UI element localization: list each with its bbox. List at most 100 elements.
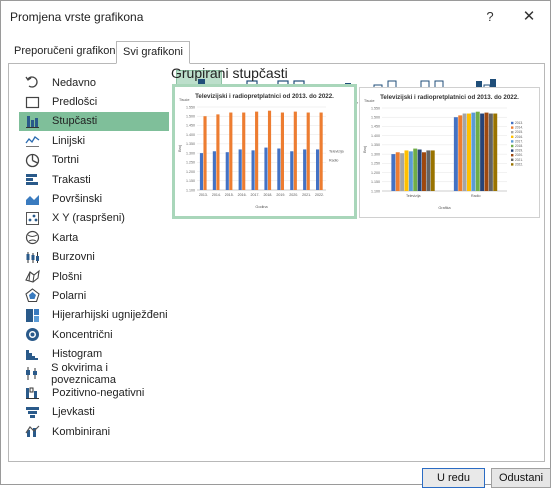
recent-icon [24,76,40,90]
y-tick-label: 1.450 [371,125,380,129]
bar [293,111,297,190]
chart-type-item-18[interactable]: Kombinirani [19,422,169,441]
y-tick-label: 1.100 [186,188,195,192]
chart-type-item-7[interactable]: X Y (raspršeni) [19,209,169,228]
chart-preview-1-svg: Televizijski i radiopretplatnici od 2013… [178,93,344,209]
funnel-icon [24,405,40,419]
x-tick-label: 2022. [315,193,324,197]
surface-chart-icon [24,269,40,284]
bar [404,150,409,191]
close-button[interactable]: ✕ [516,6,542,28]
x-tick-label: 2014. [212,193,221,197]
chart-type-label: Karta [52,231,79,244]
y-tick-label: 1.200 [371,171,380,175]
chart-type-item-8[interactable]: Karta [19,228,169,247]
pie-chart-icon [24,153,40,167]
chart-type-label: Površinski [52,193,103,206]
legend-entry: 2018. [515,144,523,148]
y-tick-label: 1.150 [371,180,380,184]
legend-swatch [511,126,514,129]
tab-recommended-charts[interactable]: Preporučeni grafikoni [8,41,124,62]
chart-type-item-13[interactable]: Koncentrični [19,325,169,344]
y-tick-label: 1.400 [371,134,380,138]
chart-type-item-16[interactable]: Pozitivno-negativni [19,383,169,402]
chart-type-item-17[interactable]: Ljevkasti [19,403,169,422]
legend-entry: 2020. [515,153,523,157]
legend-entry: Televizija [329,150,344,154]
bar [216,114,220,190]
area-chart-icon [24,192,40,206]
ok-button[interactable]: U redu [422,468,485,488]
legend-entry: Radio [329,159,338,163]
bar [306,112,310,190]
column-chart-icon [24,114,40,128]
chart-type-label: Koncentrični [52,328,113,341]
legend-swatch [511,158,514,161]
y-tick-label: 1.500 [371,116,380,120]
bar [319,112,323,190]
chart-type-label: Pozitivno-negativni [52,386,145,399]
chart-preview-2-svg: Televizijski i radiopretplatnici od 2013… [363,94,523,210]
cancel-button[interactable]: Odustani [491,468,551,488]
bar [422,152,426,191]
bar [471,112,476,191]
dialog-title: Promjena vrste grafikona [10,10,144,24]
x-axis-label: Grafika [438,206,451,210]
chart-type-item-9[interactable]: Burzovni [19,248,169,267]
chart-preview-2[interactable]: Televizijski i radiopretplatnici od 2013… [359,87,540,218]
chart-type-item-5[interactable]: Trakasti [19,170,169,189]
x-axis-label: Godina [255,205,268,209]
bar [391,154,396,191]
chart-type-item-1[interactable]: Predlošci [19,92,169,111]
combo-chart-icon [24,425,40,439]
chart-type-label: Predlošci [52,96,98,109]
bar [467,113,471,191]
folder-icon [24,95,40,109]
y-tick-label: 1.500 [186,115,195,119]
chart-type-item-11[interactable]: Polarni [19,286,169,305]
chart-type-item-6[interactable]: Površinski [19,189,169,208]
chart-type-item-10[interactable]: Plošni [19,267,169,286]
treemap-icon [24,308,40,322]
chart-type-label: X Y (raspršeni) [52,212,125,225]
scatter-chart-icon [24,211,40,225]
y-tick-label: 1.250 [186,161,195,165]
bar [400,153,405,191]
waterfall-icon [24,386,40,400]
change-chart-type-dialog: Promjena vrste grafikona ? ✕ Preporučeni… [0,0,551,488]
bar [242,112,246,190]
chart-type-item-2[interactable]: Stupčasti [19,111,169,132]
y-tick-label: 1.350 [186,142,195,146]
bar [255,111,259,190]
tab-all-charts[interactable]: Svi grafikoni [116,41,190,64]
bar [303,149,307,190]
title-bar[interactable]: Promjena vrste grafikona ? ✕ [1,1,550,33]
chart-type-label: Burzovni [52,251,95,264]
help-button[interactable]: ? [478,6,502,28]
chart-type-item-3[interactable]: Linijski [19,131,169,150]
chart-title: Televizijski i radiopretplatnici od 2013… [380,94,519,101]
y-tick-label: 1.550 [371,106,380,110]
chart-type-item-4[interactable]: Tortni [19,151,169,170]
legend-entry: 2014. [515,126,523,130]
x-tick-label: Televizija [406,194,421,198]
bar [475,111,480,191]
bar [493,113,498,191]
bar [426,150,431,191]
chart-type-list: Nedavno Predlošci Stupčasti Linijski Tortni T… [19,73,169,441]
legend-swatch [511,135,514,138]
bar [229,112,233,190]
legend-entry: 2013. [515,121,523,125]
chart-type-label: Nedavno [52,76,97,89]
chart-type-label: Ljevkasti [52,406,95,419]
chart-type-item-0[interactable]: Nedavno [19,73,169,92]
bar [212,151,216,190]
legend-entry: 2017. [515,139,523,143]
chart-type-item-12[interactable]: Hijerarhijski ugniježđeni [19,306,169,325]
chart-type-label: Stupčasti [52,115,98,128]
chart-preview-1[interactable]: Televizijski i radiopretplatnici od 2013… [172,84,357,219]
x-tick-label: 2015. [225,193,234,197]
map-chart-icon [24,231,40,245]
legend-swatch [511,121,514,125]
chart-type-item-15[interactable]: S okvirima i poveznicama [19,362,169,386]
